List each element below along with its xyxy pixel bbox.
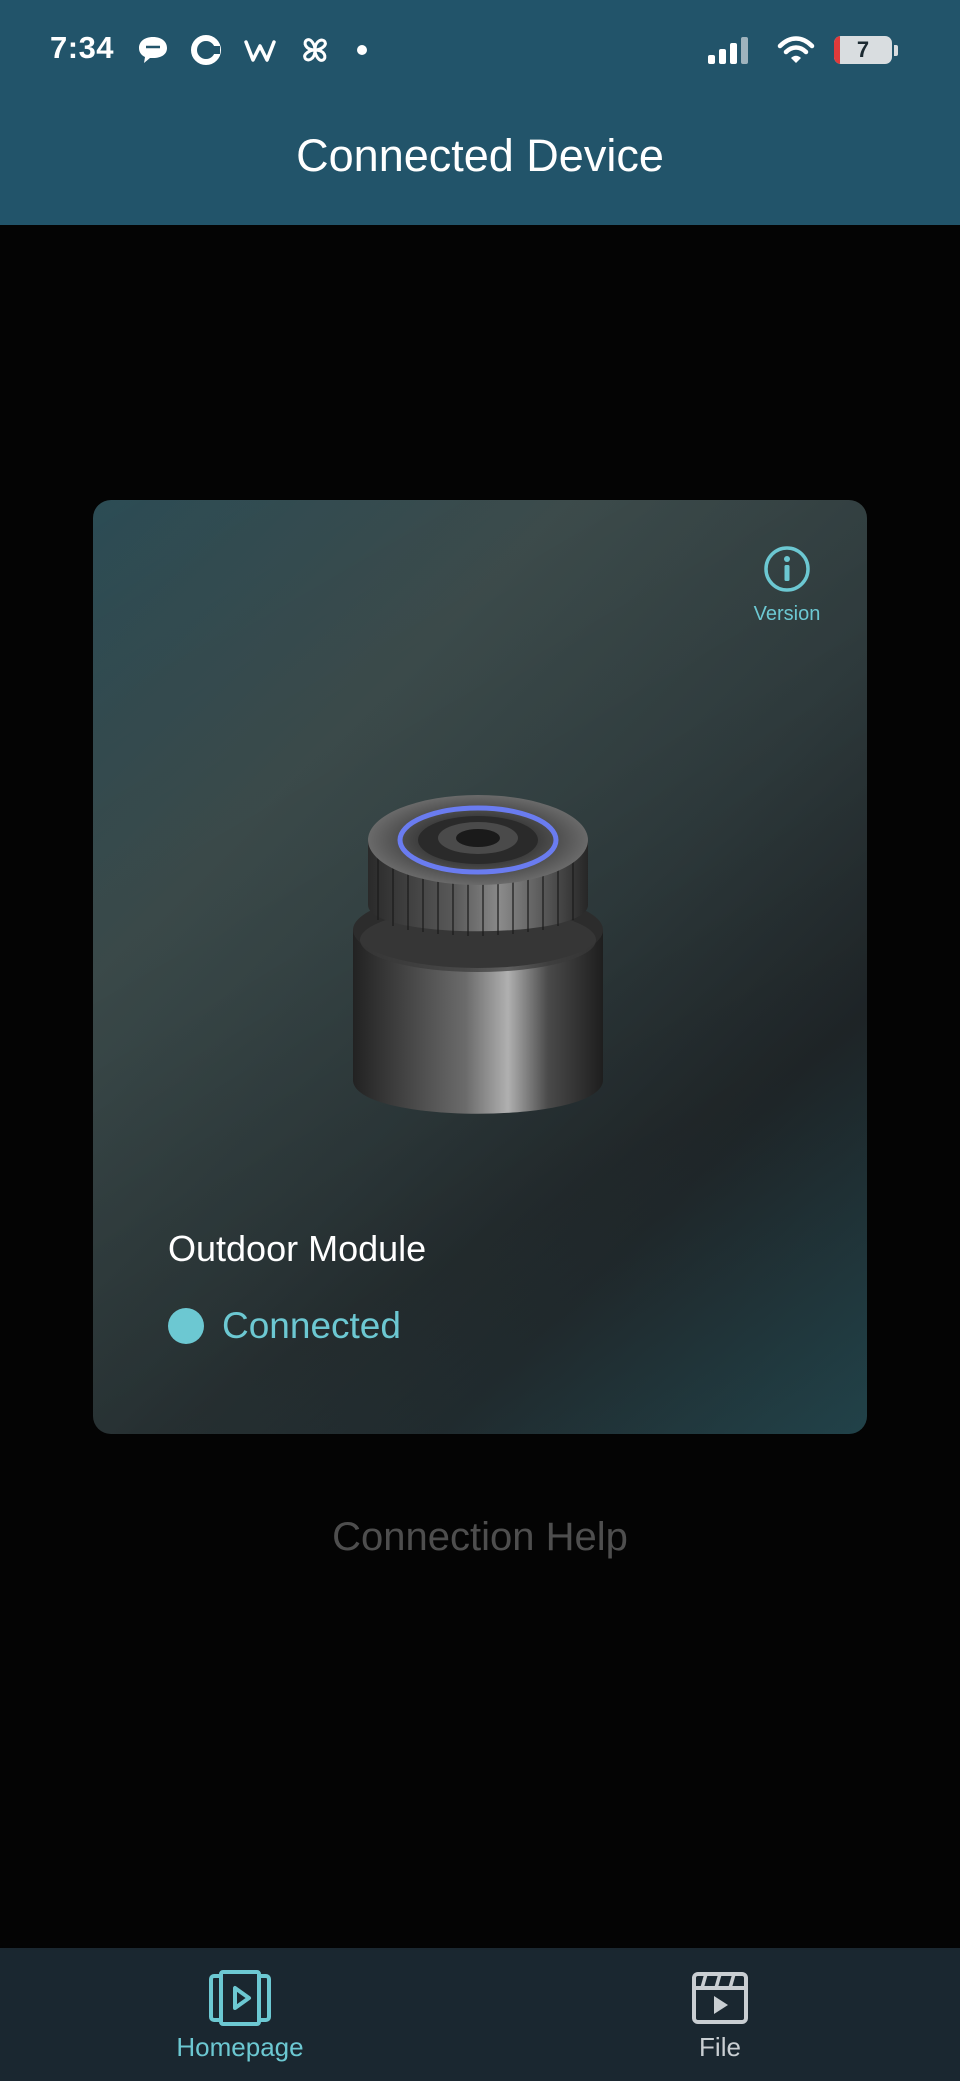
system-status-icons: 7 [706,30,898,70]
connection-help-link[interactable]: Connection Help [0,1515,960,1560]
clapperboard-icon [692,1972,748,2024]
video-play-icon [209,1970,271,2026]
c-logo-icon [191,35,221,65]
nav-file[interactable]: File [480,1948,960,2081]
nav-homepage[interactable]: Homepage [0,1948,480,2081]
signal-icon [708,37,748,64]
battery-indicator: 7 [834,36,892,64]
device-card[interactable]: Version Outdoor Module Connected [93,500,867,1434]
nav-file-label: File [699,2032,741,2062]
pinwheel-icon [303,38,327,62]
battery-level: 7 [856,37,870,62]
dot-icon [357,45,367,55]
status-dot [168,1308,204,1344]
info-icon [764,546,810,592]
bottom-nav: Homepage File [0,1948,960,2081]
connection-status: Connected [168,1305,401,1347]
nav-homepage-label: Homepage [176,2032,304,2062]
version-button[interactable]: Version [747,544,827,626]
notification-icons [136,30,372,70]
app-screen: 7:34 7 Connected Device Version Outdoor … [0,0,960,2081]
device-name: Outdoor Module [168,1228,427,1269]
w-logo-icon [244,40,276,62]
version-label: Version [753,603,821,625]
wifi-icon [777,36,815,63]
top-bar: 7:34 7 Connected Device [0,0,960,225]
status-time: 7:34 [50,30,115,65]
status-text: Connected [222,1305,401,1346]
battery-nub [894,44,898,56]
outdoor-module-image [353,795,603,1114]
page-title: Connected Device [296,130,664,181]
chat-bubble-icon [139,37,167,63]
